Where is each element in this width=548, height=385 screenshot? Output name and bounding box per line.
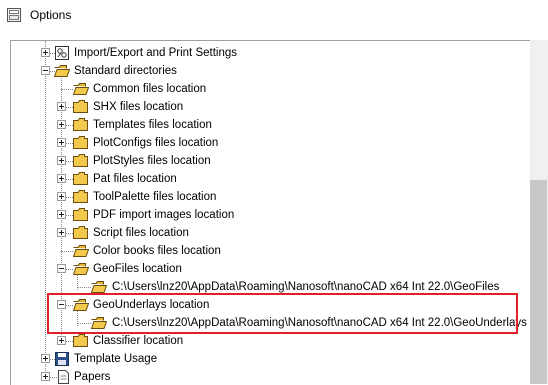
tree-item-common-files[interactable]: Common files location — [11, 80, 526, 98]
collapse-icon[interactable] — [57, 300, 66, 309]
tree-item-label: Color books files location — [93, 245, 221, 257]
expand-icon[interactable] — [57, 228, 66, 237]
folder-open-icon — [73, 299, 89, 311]
options-tree[interactable]: Import/Export and Print Settings Standar… — [10, 40, 548, 385]
folder-icon — [73, 190, 88, 203]
tree-item-template-usage[interactable]: Template Usage — [11, 350, 526, 368]
tree-item-import-export-print[interactable]: Import/Export and Print Settings — [11, 44, 526, 62]
tree-item-label: Common files location — [93, 83, 207, 95]
folder-icon — [73, 154, 88, 167]
tree-item-label: Pat files location — [93, 173, 177, 185]
expand-icon[interactable] — [57, 210, 66, 219]
tree-item-pat-files[interactable]: Pat files location — [11, 170, 526, 188]
tree-item-label: ToolPalette files location — [93, 191, 217, 203]
tree-item-label: Templates files location — [93, 119, 212, 131]
tree-item-label: C:\Users\lnz20\AppData\Roaming\Nanosoft\… — [112, 317, 527, 329]
tree-item-shx-files[interactable]: SHX files location — [11, 98, 526, 116]
tree-item-label: GeoFiles location — [93, 263, 182, 275]
folder-icon — [73, 118, 88, 131]
tree-item-script-files[interactable]: Script files location — [11, 224, 526, 242]
tree-item-plotstyles-files[interactable]: PlotStyles files location — [11, 152, 526, 170]
tree-item-label: Standard directories — [74, 65, 177, 77]
window-title: Options — [30, 8, 72, 22]
folder-icon — [73, 172, 88, 185]
tree-item-label: PDF import images location — [93, 209, 235, 221]
expand-icon[interactable] — [41, 372, 50, 381]
expand-icon[interactable] — [57, 138, 66, 147]
save-icon — [55, 352, 69, 366]
expand-icon[interactable] — [57, 120, 66, 129]
expand-icon[interactable] — [57, 102, 66, 111]
folder-icon — [73, 334, 88, 347]
expand-icon[interactable] — [41, 48, 50, 57]
tree-item-label: Papers — [74, 371, 111, 383]
tree-item-standard-directories[interactable]: Standard directories — [11, 62, 526, 80]
tree-item-plotconfigs-files[interactable]: PlotConfigs files location — [11, 134, 526, 152]
folder-open-icon — [73, 245, 89, 257]
tree-item-geounderlays-path[interactable]: C:\Users\lnz20\AppData\Roaming\Nanosoft\… — [11, 314, 527, 332]
folder-open-icon — [91, 317, 107, 329]
tree-item-geounderlays[interactable]: GeoUnderlays location — [11, 296, 526, 314]
tree-item-label: SHX files location — [93, 101, 184, 113]
expand-icon[interactable] — [57, 174, 66, 183]
tree-item-label: GeoUnderlays location — [93, 299, 210, 311]
tree-item-color-books[interactable]: Color books files location — [11, 242, 526, 260]
folder-open-icon — [73, 83, 89, 95]
folder-open-icon — [73, 263, 89, 275]
tree-item-label: PlotStyles files location — [93, 155, 211, 167]
tree-item-label: Classifier location — [93, 335, 184, 347]
expand-icon[interactable] — [41, 354, 50, 363]
tree-item-toolpalette-files[interactable]: ToolPalette files location — [11, 188, 526, 206]
folder-icon — [73, 136, 88, 149]
title-bar: Options — [0, 0, 548, 32]
tree-item-label: PlotConfigs files location — [93, 137, 219, 149]
folder-icon — [73, 100, 88, 113]
tree-item-pdf-import-images[interactable]: PDF import images location — [11, 206, 526, 224]
folder-icon — [73, 208, 88, 221]
expand-icon[interactable] — [57, 192, 66, 201]
tree-item-label: Script files location — [93, 227, 189, 239]
tree-item-label: C:\Users\lnz20\AppData\Roaming\Nanosoft\… — [112, 281, 500, 293]
tree-item-label: Template Usage — [74, 353, 158, 365]
folder-open-icon — [91, 281, 107, 293]
tree-item-classifier[interactable]: Classifier location — [11, 332, 526, 350]
folder-icon — [73, 226, 88, 239]
tree-item-templates-files[interactable]: Templates files location — [11, 116, 526, 134]
tree-item-label: Import/Export and Print Settings — [74, 47, 237, 59]
scrollbar-thumb[interactable] — [530, 180, 547, 384]
document-icon — [58, 370, 69, 384]
collapse-icon[interactable] — [41, 66, 50, 75]
tree-item-geofiles[interactable]: GeoFiles location — [11, 260, 526, 278]
options-window-icon — [7, 8, 21, 22]
tree-item-papers[interactable]: Papers — [11, 368, 526, 385]
collapse-icon[interactable] — [57, 264, 66, 273]
expand-icon[interactable] — [57, 156, 66, 165]
tree-item-geofiles-path[interactable]: C:\Users\lnz20\AppData\Roaming\Nanosoft\… — [11, 278, 526, 296]
folder-open-icon — [54, 65, 70, 77]
settings-icon — [55, 46, 69, 60]
expand-icon[interactable] — [57, 336, 66, 345]
